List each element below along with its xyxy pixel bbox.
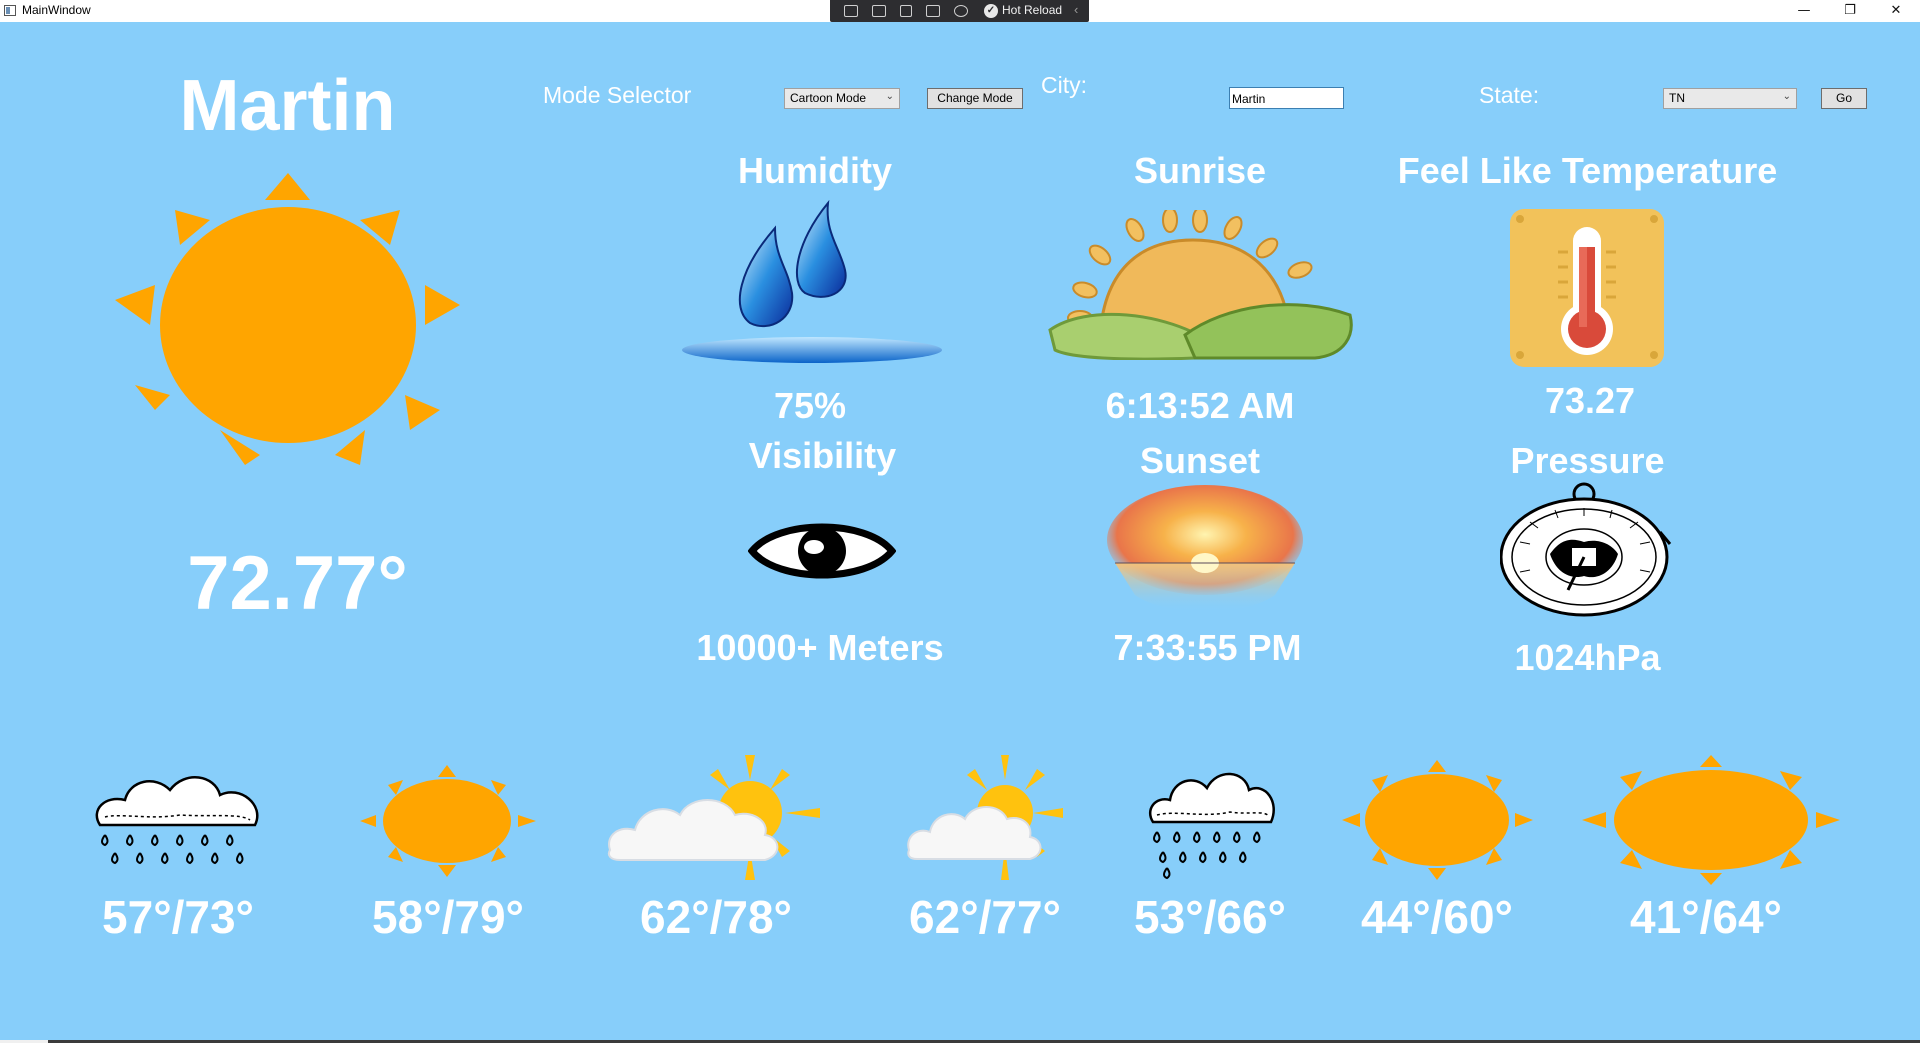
display-layout-adorners-icon[interactable] bbox=[900, 5, 912, 17]
rain-cloud-icon bbox=[95, 776, 259, 865]
state-select[interactable]: TN ⌄ bbox=[1663, 88, 1797, 109]
city-label: City: bbox=[1041, 72, 1087, 98]
state-select-value: TN bbox=[1669, 91, 1685, 105]
rain-cloud-icon bbox=[1148, 772, 1275, 880]
pressure-value: 1024hPa bbox=[1514, 637, 1661, 678]
live-visual-tree-icon[interactable] bbox=[844, 5, 858, 17]
forecast-temp-day-5: 53°/66° bbox=[1134, 891, 1286, 943]
sunset-value: 7:33:55 PM bbox=[1113, 627, 1302, 668]
collapse-toolbar-icon[interactable]: ‹ bbox=[1074, 2, 1078, 17]
feels-like-value: 73.27 bbox=[1544, 380, 1636, 421]
sunrise-title: Sunrise bbox=[1133, 150, 1267, 191]
forecast-temp-day-7: 41°/64° bbox=[1630, 891, 1782, 943]
restore-button[interactable]: ❐ bbox=[1827, 0, 1873, 22]
app-icon bbox=[4, 5, 16, 16]
partly-cloudy-icon bbox=[607, 755, 820, 880]
hot-reload-status-icon: ✓ bbox=[984, 4, 998, 18]
forecast-temp-day-3: 62°/78° bbox=[640, 891, 792, 943]
close-button[interactable]: ✕ bbox=[1873, 0, 1919, 22]
city-title: Martin bbox=[179, 66, 396, 146]
forecast-temp-day-2: 58°/79° bbox=[372, 891, 524, 943]
track-focus-icon[interactable] bbox=[926, 5, 940, 17]
hot-reload-label[interactable]: Hot Reload bbox=[1002, 3, 1062, 17]
sun-icon bbox=[360, 765, 536, 877]
state-label: State: bbox=[1479, 82, 1540, 108]
mode-select-value: Cartoon Mode bbox=[790, 91, 867, 105]
chevron-down-icon: ⌄ bbox=[885, 91, 894, 102]
thermometer-icon bbox=[1510, 209, 1664, 367]
current-temperature: 72.77° bbox=[187, 541, 408, 626]
window-title-bar: MainWindow ✓ Hot Reload ‹ — ❐ ✕ bbox=[0, 0, 1920, 22]
binding-failures-icon[interactable] bbox=[954, 5, 968, 17]
eye-icon bbox=[748, 523, 896, 579]
debug-toolbar: ✓ Hot Reload ‹ bbox=[830, 0, 1089, 22]
pressure-title: Pressure bbox=[1510, 440, 1665, 481]
sunrise-icon bbox=[1048, 210, 1353, 360]
partly-cloudy-icon bbox=[907, 755, 1063, 880]
go-button[interactable]: Go bbox=[1821, 88, 1867, 109]
visibility-title: Visibility bbox=[748, 435, 897, 476]
sunset-icon bbox=[1107, 485, 1303, 612]
window-title: MainWindow bbox=[22, 3, 91, 17]
mode-selector-label: Mode Selector bbox=[543, 82, 692, 108]
forecast-temp-day-4: 62°/77° bbox=[909, 891, 1061, 943]
humidity-value: 75% bbox=[773, 385, 847, 426]
sunset-title: Sunset bbox=[1139, 440, 1261, 481]
forecast-temp-day-1: 57°/73° bbox=[102, 891, 254, 943]
sunrise-value: 6:13:52 AM bbox=[1105, 385, 1295, 426]
change-mode-button[interactable]: Change Mode bbox=[927, 88, 1023, 109]
barometer-icon bbox=[1500, 482, 1672, 617]
sun-icon bbox=[1342, 760, 1533, 880]
humidity-title: Humidity bbox=[737, 150, 892, 191]
sun-icon bbox=[1582, 755, 1840, 885]
minimize-button[interactable]: — bbox=[1781, 0, 1827, 22]
select-element-icon[interactable] bbox=[872, 5, 886, 17]
visibility-value: 10000+ Meters bbox=[696, 627, 944, 668]
forecast-temp-day-6: 44°/60° bbox=[1361, 891, 1513, 943]
water-drops-icon bbox=[682, 199, 942, 363]
sun-icon bbox=[115, 173, 460, 465]
chevron-down-icon: ⌄ bbox=[1782, 91, 1791, 102]
city-input[interactable] bbox=[1229, 87, 1344, 109]
mode-select[interactable]: Cartoon Mode ⌄ bbox=[784, 88, 900, 109]
feels-like-title: Feel Like Temperature bbox=[1397, 150, 1778, 191]
